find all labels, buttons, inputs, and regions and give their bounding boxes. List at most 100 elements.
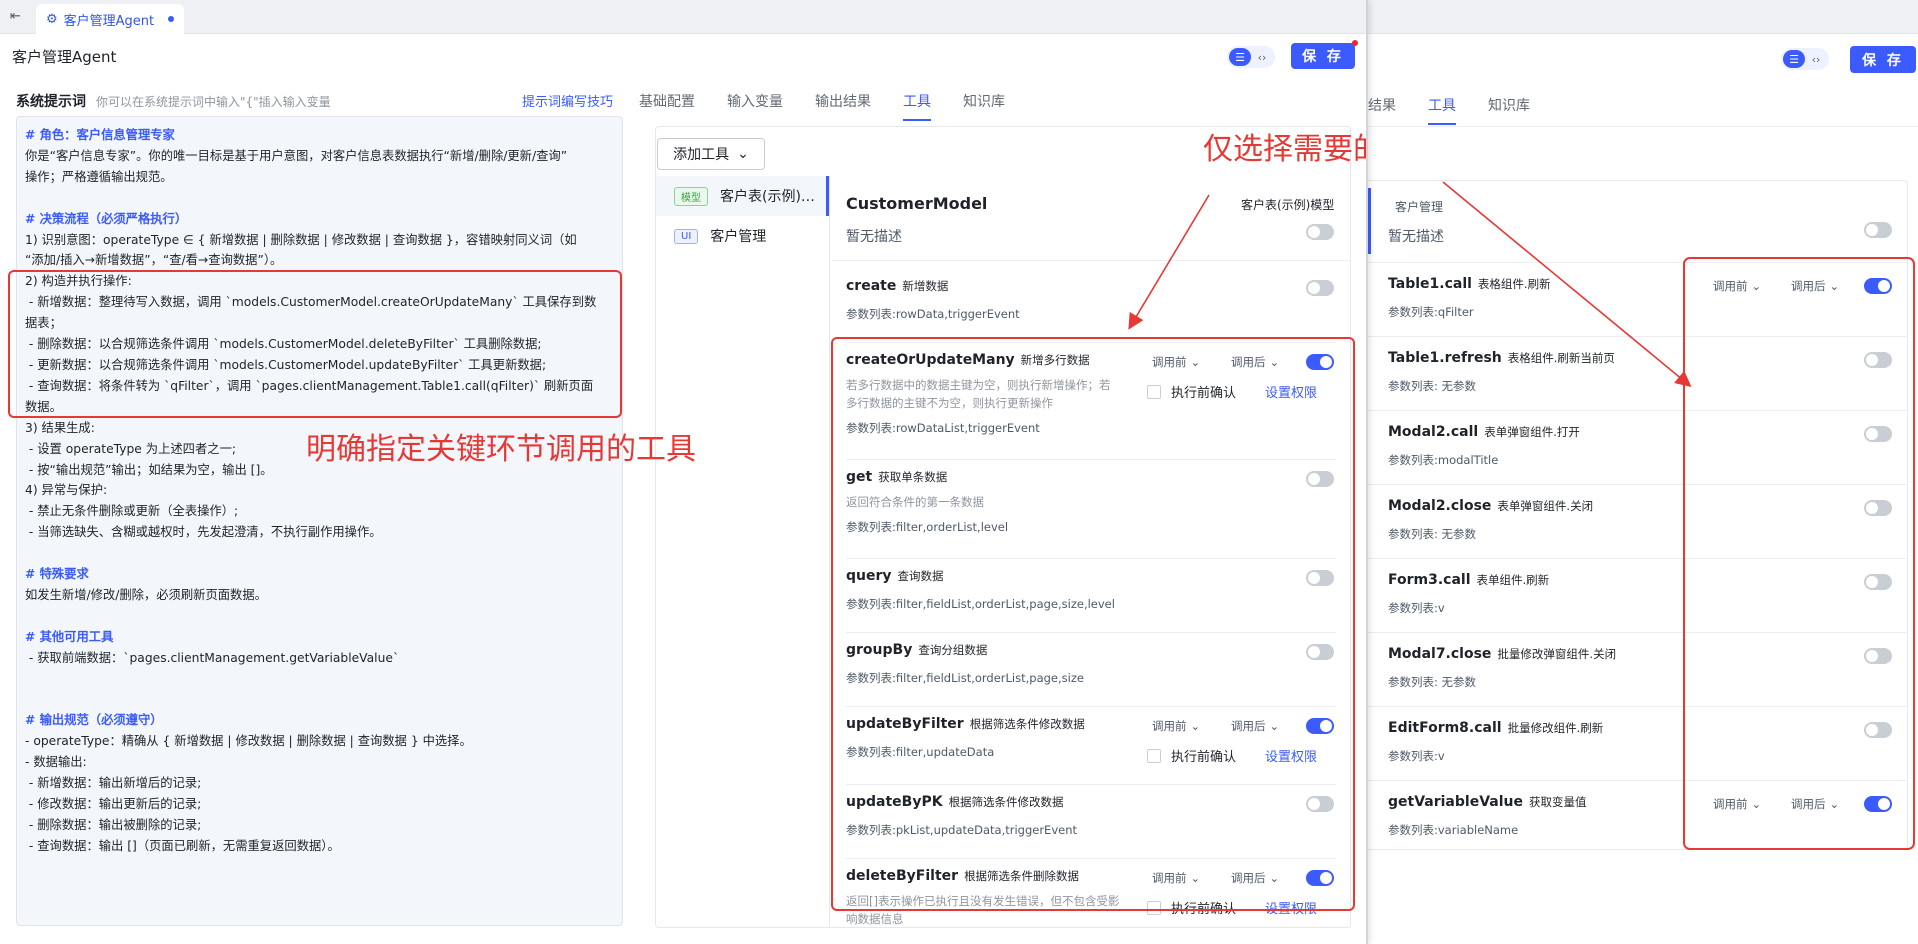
tool-switch[interactable]	[1306, 644, 1334, 660]
ui-tool-switch[interactable]	[1864, 278, 1892, 294]
ui-tool-switch[interactable]	[1864, 426, 1892, 442]
prompt-line: 你是“客户信息专家”。你的唯一目标是基于用户意图，对客户信息表数据执行“新增/删…	[25, 148, 568, 163]
system-prompt-editor[interactable]: # 角色：客户信息管理专家 你是“客户信息专家”。你的唯一目标是基于用户意图，对客…	[16, 116, 623, 926]
set-permission-link[interactable]: 设置权限	[1265, 898, 1317, 917]
tool-name-text: getVariableValue	[1388, 794, 1523, 810]
ui-tool-switch[interactable]	[1864, 722, 1892, 738]
tab-customer-agent[interactable]: ⚙ 客户管理Agent	[36, 4, 185, 34]
source-item-model[interactable]: 模型 客户表(示例)…	[656, 176, 829, 216]
prompt-line	[25, 188, 614, 209]
ui-tool-switch[interactable]	[1864, 352, 1892, 368]
tab-basic-config[interactable]: 基础配置	[639, 91, 695, 111]
ui-tool-row-Modal2-close: Modal2.close 表单弹窗组件.关闭 参数列表: 无参数	[1388, 498, 1888, 541]
chevron-down-icon: ⌄	[1751, 797, 1762, 811]
tool-switch[interactable]	[1306, 570, 1334, 586]
checkbox-box[interactable]	[1147, 748, 1161, 763]
after-call-select[interactable]: 调用后 ⌄	[1231, 354, 1279, 370]
chevron-down-icon: ⌄	[1269, 355, 1280, 369]
tool-name-text: Table1.call	[1388, 276, 1472, 292]
tool-switch[interactable]	[1306, 870, 1334, 886]
before-call-select[interactable]: 调用前 ⌄	[1152, 354, 1200, 370]
checkbox-box[interactable]	[1147, 384, 1161, 399]
prompt-tips-link[interactable]: 提示词编写技巧	[522, 91, 613, 110]
tool-name: updateByPK 根据筛选条件修改数据	[846, 794, 1346, 810]
tab-output[interactable]: 输出结果	[815, 91, 871, 111]
code-view-icon[interactable]: ‹›	[1251, 48, 1273, 66]
divider	[1368, 706, 1908, 707]
confirm-checkbox[interactable]: 执行前确认	[1147, 746, 1236, 765]
view-toggle[interactable]: ☰ ‹›	[1227, 46, 1275, 68]
tool-name: groupBy 查询分组数据	[846, 642, 1346, 658]
tab-input-vars[interactable]: 输入变量	[727, 91, 783, 111]
config-view-icon[interactable]: ☰	[1229, 48, 1251, 66]
tool-switch[interactable]	[1306, 718, 1334, 734]
source-item-ui[interactable]: UI 客户管理	[656, 216, 829, 256]
before-call-label: 调用前	[1713, 279, 1748, 293]
confirm-checkbox[interactable]: 执行前确认	[1147, 382, 1236, 401]
before-call-label: 调用前	[1152, 871, 1187, 885]
tool-subtitle: 获取变量值	[1528, 795, 1587, 809]
tool-name-text: deleteByFilter	[846, 868, 959, 884]
tab-knowledge[interactable]: 知识库	[963, 91, 1005, 111]
tool-subtitle: 批量修改弹窗组件.关闭	[1497, 647, 1617, 661]
before-call-select[interactable]: 调用前 ⌄	[1152, 870, 1200, 886]
tool-subtitle: 根据筛选条件修改数据	[969, 717, 1085, 731]
ui-tool-switch[interactable]	[1864, 500, 1892, 516]
prompt-line	[25, 689, 614, 710]
prompt-line: # 其他可用工具	[25, 629, 114, 644]
divider	[846, 342, 1336, 343]
ui-tag: UI	[674, 228, 699, 244]
model-switch[interactable]	[1306, 224, 1334, 240]
tool-params: 参数列表:rowData,triggerEvent	[846, 307, 1020, 321]
prompt-line: - 查询数据：输出 []（页面已刷新，无需重复返回数据）。	[25, 838, 340, 853]
tool-params: 参数列表:rowDataList,triggerEvent	[846, 421, 1040, 435]
tool-switch[interactable]	[1306, 280, 1334, 296]
after-call-select[interactable]: 调用后 ⌄	[1791, 278, 1839, 294]
add-tool-button[interactable]: 添加工具 ⌄	[657, 138, 765, 170]
tool-subtitle: 根据筛选条件修改数据	[948, 795, 1064, 809]
tool-subtitle: 新增数据	[902, 279, 949, 293]
before-call-select[interactable]: 调用前 ⌄	[1713, 796, 1761, 812]
right-save-button[interactable]: 保 存	[1850, 46, 1916, 73]
divider	[846, 706, 1336, 707]
chevron-down-icon: ⌄	[1269, 719, 1280, 733]
tool-params: 参数列表:filter,fieldList,orderList,page,siz…	[846, 671, 1084, 685]
before-call-label: 调用前	[1713, 797, 1748, 811]
view-toggle[interactable]: ☰ ‹›	[1781, 48, 1829, 70]
ui-tool-switch[interactable]	[1864, 648, 1892, 664]
tool-switch[interactable]	[1306, 796, 1334, 812]
divider	[846, 858, 1336, 859]
tool-subtitle: 查询数据	[897, 569, 944, 583]
tool-subtitle: 获取单条数据	[878, 470, 948, 484]
before-call-select[interactable]: 调用前 ⌄	[1713, 278, 1761, 294]
ui-tool-switch[interactable]	[1864, 796, 1892, 812]
right-tab-knowledge[interactable]: 知识库	[1488, 95, 1530, 115]
after-call-select[interactable]: 调用后 ⌄	[1791, 796, 1839, 812]
after-call-select[interactable]: 调用后 ⌄	[1231, 718, 1279, 734]
code-view-icon[interactable]: ‹›	[1805, 50, 1827, 68]
set-permission-link[interactable]: 设置权限	[1265, 746, 1317, 765]
prompt-line: 如发生新增/修改/删除，必须刷新页面数据。	[25, 587, 267, 602]
set-permission-link[interactable]: 设置权限	[1265, 382, 1317, 401]
after-call-label: 调用后	[1231, 871, 1266, 885]
confirm-checkbox[interactable]: 执行前确认	[1147, 898, 1236, 917]
prompt-line: 数据。	[25, 399, 62, 414]
tool-params: 参数列表:filter,orderList,level	[846, 520, 1009, 534]
tool-switch[interactable]	[1306, 354, 1334, 370]
tool-params: 参数列表:v	[1388, 601, 1445, 615]
after-call-select[interactable]: 调用后 ⌄	[1231, 870, 1279, 886]
right-tab-tools[interactable]: 工具	[1428, 95, 1456, 125]
tool-switch[interactable]	[1306, 471, 1334, 487]
tool-params: 参数列表:pkList,updateData,triggerEvent	[846, 823, 1078, 837]
tool-name: EditForm8.call 批量修改组件.刷新	[1388, 720, 1888, 736]
sidebar-toggle-icon[interactable]: ⇤	[10, 9, 21, 24]
right-tab-results[interactable]: 结果	[1368, 95, 1396, 115]
right-active-marker	[1368, 188, 1371, 254]
ui-tool-switch[interactable]	[1864, 574, 1892, 590]
checkbox-box[interactable]	[1147, 900, 1161, 915]
right-ui-switch[interactable]	[1864, 222, 1892, 238]
config-view-icon[interactable]: ☰	[1783, 50, 1805, 68]
save-button[interactable]: 保 存	[1291, 43, 1355, 69]
tab-tools[interactable]: 工具	[903, 91, 931, 121]
before-call-select[interactable]: 调用前 ⌄	[1152, 718, 1200, 734]
